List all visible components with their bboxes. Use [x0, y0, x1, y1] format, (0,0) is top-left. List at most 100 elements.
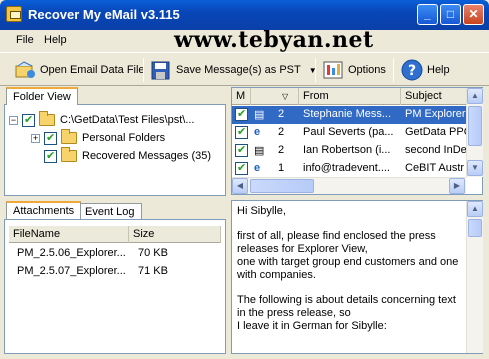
ie-icon: e	[254, 126, 261, 138]
row-checkbox[interactable]	[235, 108, 252, 124]
message-count: 1	[278, 162, 285, 174]
tree-item-label: C:\GetData\Test Files\pst\...	[60, 114, 195, 126]
column-flag[interactable]: ▽	[251, 88, 299, 105]
watermark-text: www.tebyan.net	[174, 27, 374, 53]
message-from: Stephanie Mess...	[303, 108, 392, 120]
checkbox[interactable]	[44, 149, 57, 163]
ie-icon: e	[254, 162, 261, 174]
scroll-down-icon[interactable]: ▼	[467, 160, 483, 176]
message-row[interactable]: ▤ 2 Stephanie Mess... PM Explorer	[232, 106, 467, 124]
row-checkbox[interactable]	[235, 162, 252, 178]
options-icon	[322, 59, 344, 81]
save-pst-icon	[150, 59, 172, 81]
scroll-up-icon[interactable]: ▲	[467, 88, 483, 104]
preview-line: one with target group end customers and …	[237, 256, 459, 268]
attachment-row[interactable]: PM_2.5.06_Explorer... 70 KB	[9, 245, 221, 263]
scroll-left-icon[interactable]: ◀	[232, 178, 248, 194]
column-m[interactable]: M	[232, 88, 251, 105]
message-subject: PM Explorer	[405, 108, 466, 120]
message-count: 2	[278, 126, 285, 138]
attachment-size: 70 KB	[138, 247, 168, 259]
menu-help[interactable]: Help	[44, 34, 67, 46]
help-button[interactable]: ? Help	[401, 56, 450, 84]
scroll-right-icon[interactable]: ▶	[449, 178, 465, 194]
message-from: Ian Robertson (i...	[303, 144, 391, 156]
preview-line: The following is about details concernin…	[237, 294, 456, 306]
tree-item-label: Personal Folders	[82, 132, 166, 144]
tab-folder-view[interactable]: Folder View	[6, 87, 78, 105]
row-checkbox[interactable]	[235, 126, 252, 142]
checkbox[interactable]	[44, 131, 57, 145]
maximize-button[interactable]: □	[440, 4, 461, 25]
attachment-filename: PM_2.5.07_Explorer...	[17, 265, 126, 277]
attachments-list: FileName Size PM_2.5.06_Explorer... 70 K…	[4, 219, 226, 354]
folder-icon	[61, 147, 77, 162]
scroll-thumb[interactable]	[468, 219, 482, 237]
preview-line: first of all, please find enclosed the p…	[237, 230, 436, 242]
row-checkbox[interactable]	[235, 144, 252, 160]
help-label: Help	[427, 64, 450, 76]
message-preview: Hi Sibylle, first of all, please find en…	[231, 200, 483, 354]
attachment-size: 71 KB	[138, 265, 168, 277]
column-from[interactable]: From	[299, 88, 401, 105]
tab-attachments[interactable]: Attachments	[6, 201, 82, 219]
close-button[interactable]: ✕	[463, 4, 484, 25]
tree-item-label: Recovered Messages (35)	[82, 150, 212, 162]
scroll-thumb[interactable]	[468, 106, 482, 146]
collapse-icon[interactable]: −	[9, 115, 18, 125]
app-icon	[6, 6, 22, 22]
open-email-data-file-button[interactable]: Open Email Data File	[14, 56, 145, 84]
help-icon: ?	[401, 59, 423, 81]
attachment-row[interactable]: PM_2.5.07_Explorer... 71 KB	[9, 263, 221, 281]
message-list-hscroll[interactable]: ◀ ▶	[232, 177, 466, 194]
message-row[interactable]: e 1 info@tradevent.... CeBIT Austr	[232, 160, 467, 178]
expand-icon[interactable]: +	[31, 133, 40, 143]
menu-file[interactable]: File	[16, 34, 34, 46]
scroll-thumb[interactable]	[250, 179, 314, 193]
open-email-data-file-label: Open Email Data File	[40, 64, 145, 76]
open-file-icon	[14, 59, 36, 81]
tree-item-recovered-messages[interactable]: Recovered Messages (35)	[44, 147, 211, 165]
options-button[interactable]: Options	[322, 56, 386, 84]
svg-text:?: ?	[408, 63, 416, 79]
tree-item-personal-folders[interactable]: + Personal Folders	[31, 129, 165, 147]
folder-icon	[61, 129, 77, 144]
message-list: M ▽ From Subject ▤ 2 Stephanie Mess... P…	[231, 87, 483, 195]
preview-line: in the press release, so	[237, 307, 351, 319]
message-row[interactable]: e 2 Paul Severts (pa... GetData PPC	[232, 124, 467, 142]
message-from: Paul Severts (pa...	[303, 126, 394, 138]
message-count: 2	[278, 108, 285, 120]
window-title: Recover My eMail v3.115	[28, 7, 180, 22]
message-subject: second InDe	[405, 144, 467, 156]
message-list-vscroll[interactable]: ▲ ▼	[466, 88, 483, 177]
folder-tree: − C:\GetData\Test Files\pst\... + Person…	[4, 104, 226, 196]
preview-vscroll[interactable]: ▲	[466, 201, 483, 353]
options-label: Options	[348, 64, 386, 76]
column-subject[interactable]: Subject	[401, 88, 467, 105]
minimize-button[interactable]: _	[417, 4, 438, 25]
preview-line: I leave it in German for Sibylle:	[237, 320, 387, 332]
sort-icon: ▽	[282, 92, 289, 101]
checkbox[interactable]	[22, 113, 35, 127]
tree-item-root[interactable]: − C:\GetData\Test Files\pst\...	[9, 111, 195, 129]
title-bar: Recover My eMail v3.115 _ □ ✕	[0, 0, 489, 30]
message-count: 2	[278, 144, 285, 156]
preview-line: releases for Explorer View,	[237, 243, 368, 255]
save-messages-as-pst-button[interactable]: Save Message(s) as PST ▼	[150, 56, 317, 84]
folder-icon	[39, 111, 55, 126]
preview-line: with companies.	[237, 269, 316, 281]
attachment-filename: PM_2.5.06_Explorer...	[17, 247, 126, 259]
column-filename[interactable]: FileName	[9, 226, 129, 243]
document-icon: ▤	[254, 109, 265, 121]
message-subject: GetData PPC	[405, 126, 467, 138]
message-from: info@tradevent....	[303, 162, 390, 174]
document-icon: ▤	[254, 145, 265, 157]
message-row[interactable]: ▤ 2 Ian Robertson (i... second InDe	[232, 142, 467, 160]
message-list-header: M ▽ From Subject	[232, 88, 467, 105]
scroll-up-icon[interactable]: ▲	[467, 201, 483, 217]
message-subject: CeBIT Austr	[405, 162, 465, 174]
column-size[interactable]: Size	[129, 226, 221, 243]
save-messages-as-pst-label: Save Message(s) as PST	[176, 64, 301, 76]
toolbar: Open Email Data File Save Message(s) as …	[0, 52, 489, 86]
preview-line: Hi Sibylle,	[237, 205, 286, 217]
